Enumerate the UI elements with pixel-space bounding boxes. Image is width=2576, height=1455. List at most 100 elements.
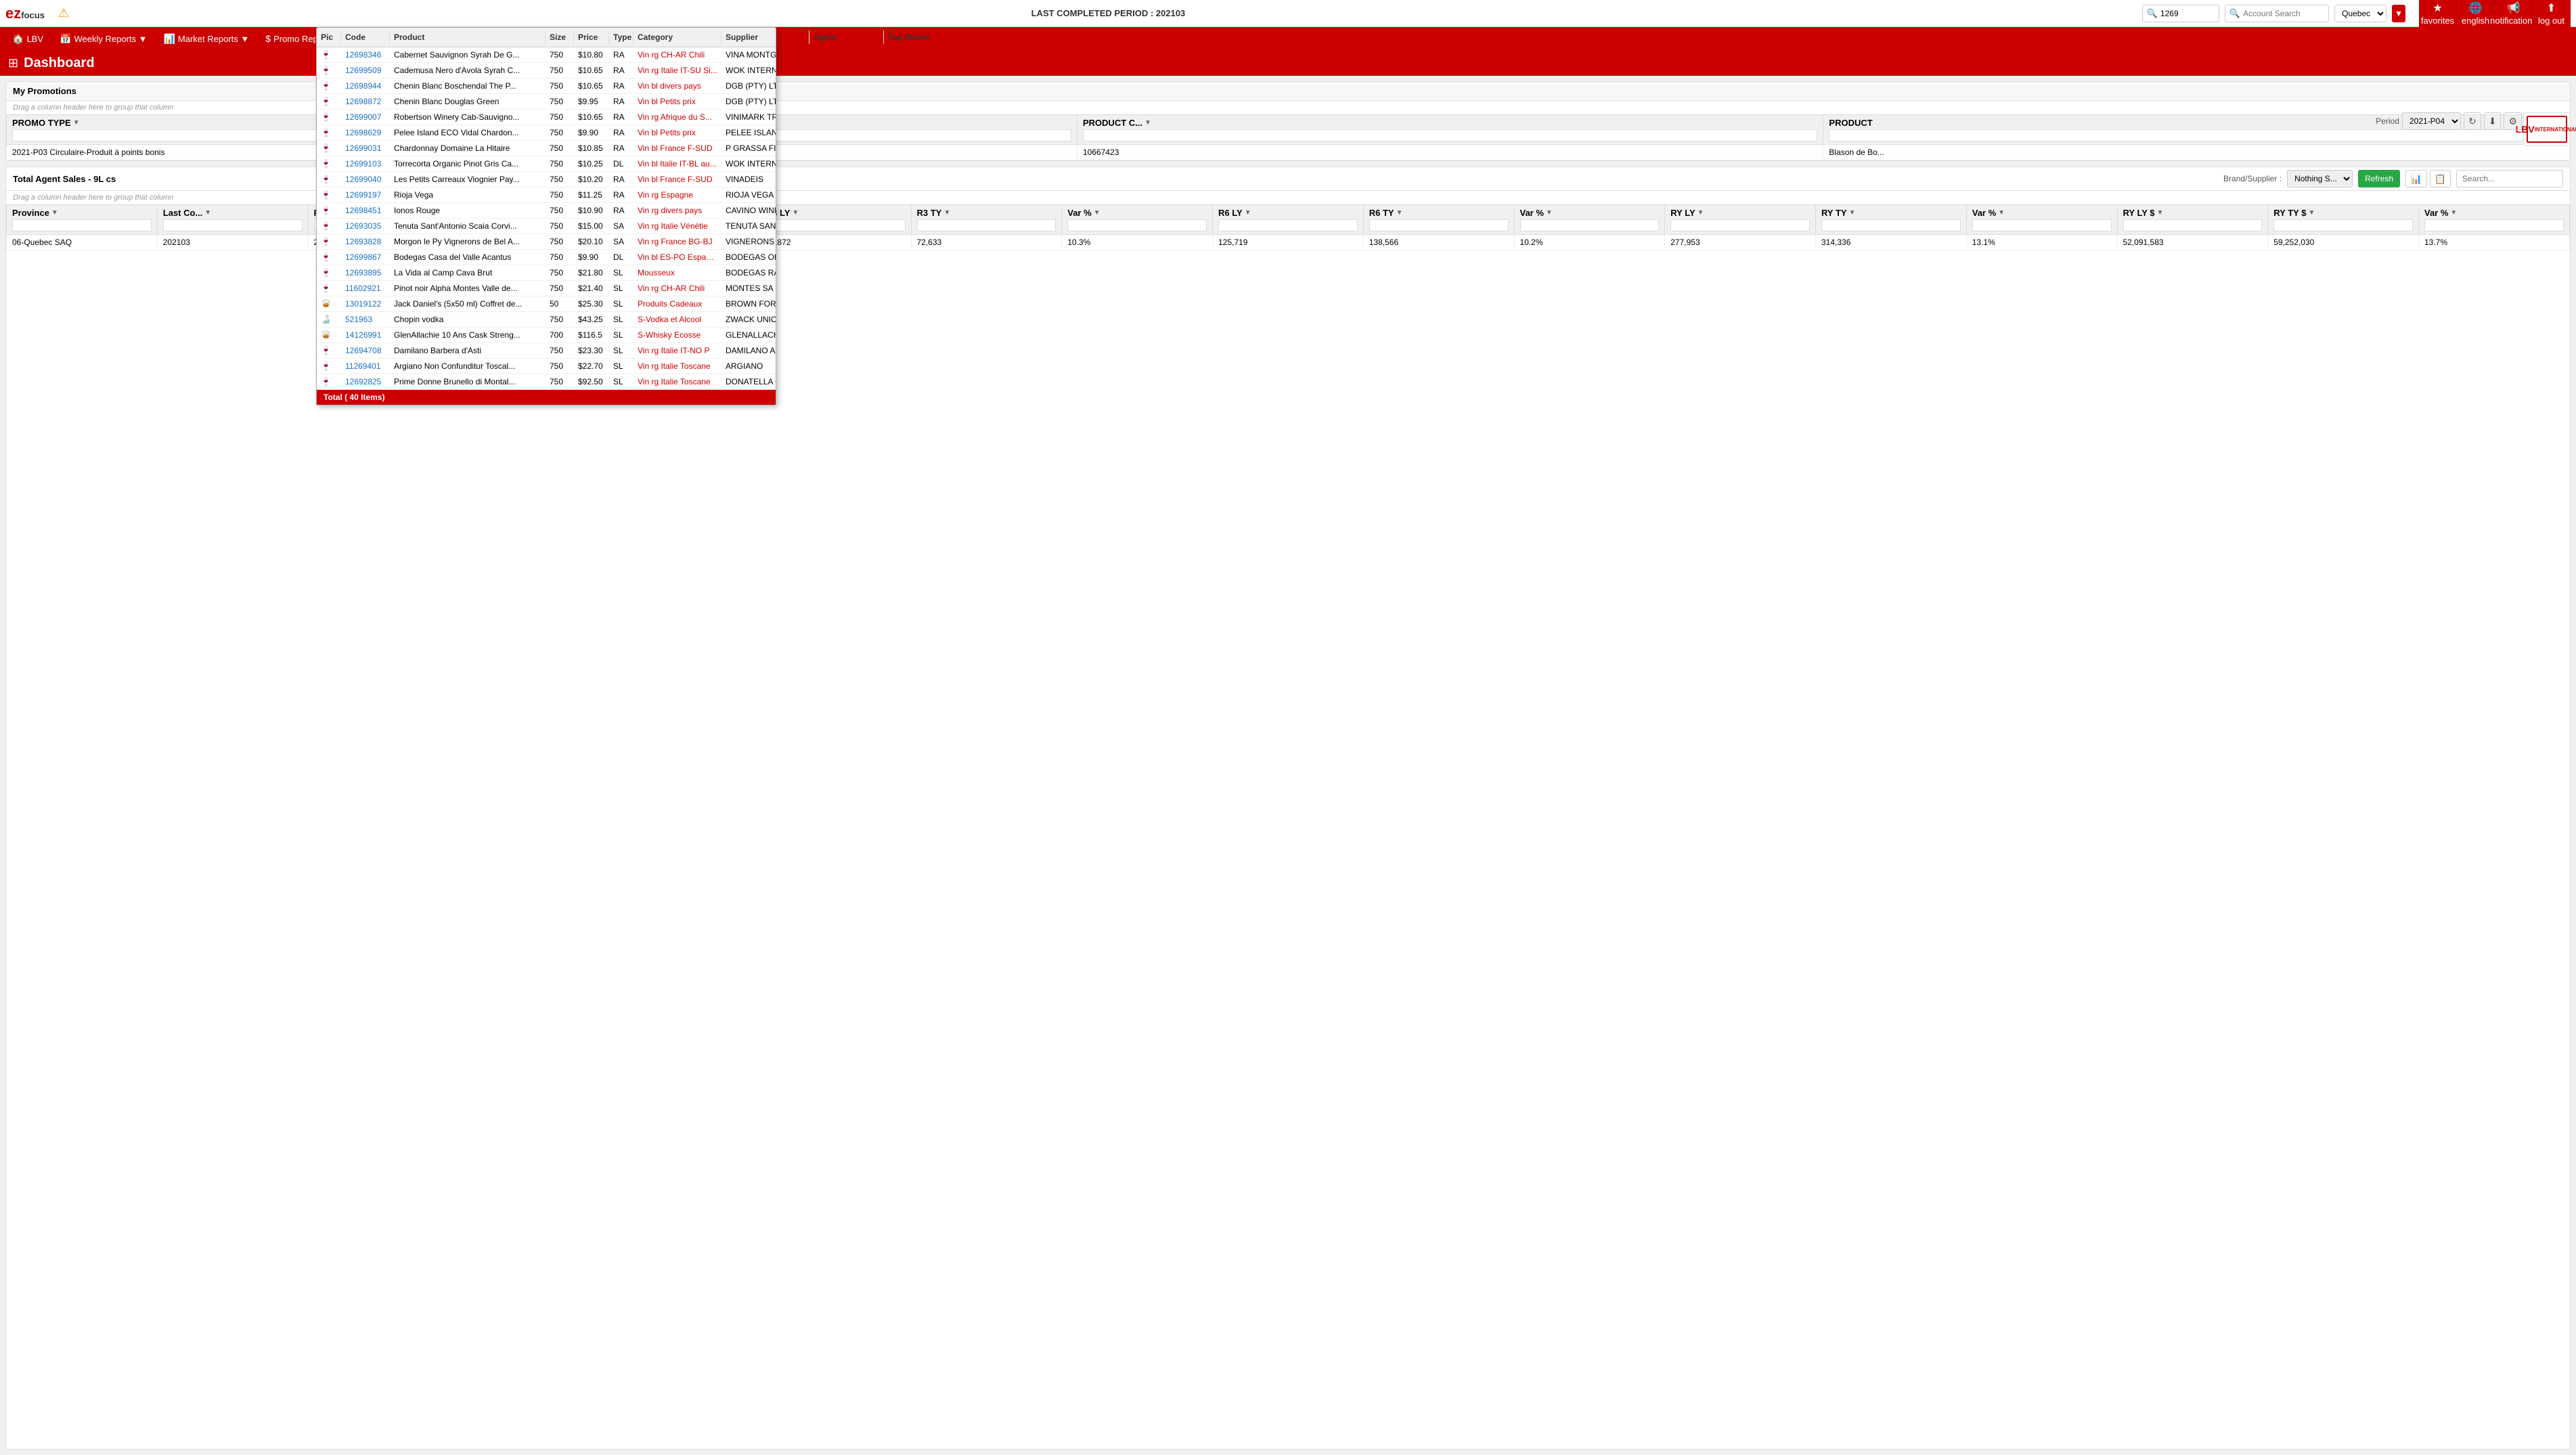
dd-category[interactable]: Vin bl Petits prix xyxy=(634,95,721,108)
dropdown-row[interactable]: 🍷 12699867 Bodegas Casa del Valle Acantu… xyxy=(317,250,776,265)
dropdown-row[interactable]: 🍷 12693895 La Vida al Camp Cava Brut 750… xyxy=(317,265,776,281)
var5-search[interactable] xyxy=(2424,219,2564,231)
dd-code[interactable]: 12698346 xyxy=(341,49,390,61)
dd-category[interactable]: Vin rg Italie Toscane xyxy=(634,360,721,372)
filter-var3[interactable]: ▼ xyxy=(1546,209,1553,217)
lastco-search[interactable] xyxy=(163,219,303,231)
period-settings-btn[interactable]: ⚙ xyxy=(2504,112,2522,130)
dd-category[interactable]: Mousseux xyxy=(634,267,721,279)
dd-code[interactable]: 12698629 xyxy=(341,127,390,139)
dd-code[interactable]: 12699197 xyxy=(341,189,390,201)
ryty-search[interactable] xyxy=(1821,219,1961,231)
filter-var5[interactable]: ▼ xyxy=(2450,209,2457,217)
dd-category[interactable]: Vin rg France BG-BJ xyxy=(634,236,721,248)
dd-category[interactable]: Vin bl divers pays xyxy=(634,80,721,92)
var4-search[interactable] xyxy=(1972,219,2112,231)
dd-category[interactable]: Vin rg Italie IT-NO P xyxy=(634,344,721,357)
product-dropdown[interactable]: Pic Code Product Size Price Type Categor… xyxy=(316,27,776,405)
dd-category[interactable]: Vin rg CH-AR Chili xyxy=(634,49,721,61)
dropdown-row[interactable]: 🍷 12699509 Cademusa Nero d'Avola Syrah C… xyxy=(317,63,776,79)
dd-category[interactable]: Vin rg Italie Toscane xyxy=(634,376,721,388)
dd-category[interactable]: Vin rg Espagne xyxy=(634,189,721,201)
brand-supplier-select[interactable]: Nothing S... xyxy=(2287,170,2353,187)
dropdown-row[interactable]: 🍷 12699031 Chardonnay Domaine La Hitaire… xyxy=(317,141,776,156)
dd-code[interactable]: 521963 xyxy=(341,313,390,326)
agent-search-input[interactable] xyxy=(2462,174,2557,183)
refresh-button[interactable]: Refresh xyxy=(2358,170,2400,187)
dropdown-row[interactable]: 🍷 12699040 Les Petits Carreaux Viognier … xyxy=(317,172,776,187)
dd-code[interactable]: 12693895 xyxy=(341,267,390,279)
filter-province[interactable]: ▼ xyxy=(51,209,58,217)
filter-rylys[interactable]: ▼ xyxy=(2156,209,2163,217)
product-search[interactable] xyxy=(1829,129,2564,141)
dropdown-row[interactable]: 🍷 11269401 Argiano Non Confunditur Tosca… xyxy=(317,359,776,374)
filter-lastco[interactable]: ▼ xyxy=(204,209,211,217)
nav-lbv[interactable]: 🏠 LBV xyxy=(5,30,50,47)
dropdown-row[interactable]: 🍷 12699197 Rioja Vega 750 $11.25 RA Vin … xyxy=(317,187,776,203)
dropdown-row[interactable]: 🍷 12698629 Pelee Island ECO Vidal Chardo… xyxy=(317,125,776,141)
dd-code[interactable]: 12693828 xyxy=(341,236,390,248)
dd-category[interactable]: Vin bl Italie IT-BL au... xyxy=(634,158,721,170)
dd-code[interactable]: 12693035 xyxy=(341,220,390,232)
var2-search[interactable] xyxy=(1067,219,1207,231)
nav-market[interactable]: 📊 Market Reports ▼ xyxy=(156,30,256,47)
period-refresh-btn[interactable]: ↻ xyxy=(2464,112,2481,130)
product-c-search[interactable] xyxy=(1083,129,1818,141)
dropdown-row[interactable]: 🥃 14126991 GlenAllachie 10 Ans Cask Stre… xyxy=(317,328,776,343)
dd-code[interactable]: 12699040 xyxy=(341,173,390,185)
nav-weekly[interactable]: 📅 Weekly Reports ▼ xyxy=(53,30,154,47)
dropdown-row[interactable]: 🍷 12693035 Tenuta Sant'Antonio Scaia Cor… xyxy=(317,219,776,234)
account-search-input[interactable] xyxy=(2243,9,2324,18)
dd-code[interactable]: 12698872 xyxy=(341,95,390,108)
dd-category[interactable]: Vin bl ES-PO Espagn... xyxy=(634,251,721,263)
dd-code[interactable]: 12699031 xyxy=(341,142,390,154)
english-btn[interactable]: 🌐 english xyxy=(2457,0,2495,27)
filter-var2[interactable]: ▼ xyxy=(1094,209,1101,217)
rylys-search[interactable] xyxy=(2123,219,2263,231)
dd-category[interactable]: Vin bl France F-SUD xyxy=(634,142,721,154)
r6ly-search[interactable] xyxy=(1218,219,1358,231)
dd-code[interactable]: 12698944 xyxy=(341,80,390,92)
dd-code[interactable]: 11602921 xyxy=(341,282,390,294)
dd-code[interactable]: 12699867 xyxy=(341,251,390,263)
dd-category[interactable]: Vin rg Italie Vénétie xyxy=(634,220,721,232)
r3ly-search[interactable] xyxy=(766,219,906,231)
filter-rytys[interactable]: ▼ xyxy=(2308,209,2315,217)
rytys-search[interactable] xyxy=(2273,219,2413,231)
dd-code[interactable]: 12699103 xyxy=(341,158,390,170)
dd-category[interactable]: Vin bl France F-SUD xyxy=(634,173,721,185)
dd-code[interactable]: 12698451 xyxy=(341,204,390,217)
dd-category[interactable]: Vin rg divers pays xyxy=(634,204,721,217)
dd-code[interactable]: 14126991 xyxy=(341,329,390,341)
filter-icon2[interactable]: ▼ xyxy=(1145,119,1151,127)
filter-r6ty[interactable]: ▼ xyxy=(1396,209,1403,217)
dropdown-row[interactable]: 🍷 12693828 Morgon le Py Vignerons de Bel… xyxy=(317,234,776,250)
dd-category[interactable]: Vin bl Petits prix xyxy=(634,127,721,139)
copy-btn[interactable]: 📋 xyxy=(2430,170,2451,187)
r6ty-search[interactable] xyxy=(1369,219,1509,231)
dropdown-row[interactable]: 🍷 11602921 Pinot noir Alpha Montes Valle… xyxy=(317,281,776,296)
dropdown-body[interactable]: 🍷 12698346 Cabernet Sauvignon Syrah De G… xyxy=(317,47,776,390)
dd-category[interactable]: S-Whisky Ecosse xyxy=(634,329,721,341)
ryly-search[interactable] xyxy=(1670,219,1810,231)
dropdown-row[interactable]: 🍷 12698944 Chenin Blanc Boschendal The P… xyxy=(317,79,776,94)
dd-category[interactable]: S-Vodka et Alcool xyxy=(634,313,721,326)
dropdown-row[interactable]: 🍷 12692825 Prime Donne Brunello di Monta… xyxy=(317,374,776,390)
dropdown-row[interactable]: 🍷 12699007 Robertson Winery Cab-Sauvigno… xyxy=(317,110,776,125)
filter-icon[interactable]: ▼ xyxy=(73,119,80,127)
province-dropdown-btn[interactable]: ▼ xyxy=(2392,5,2405,22)
dropdown-row[interactable]: 🍷 12694708 Damilano Barbera d'Asti 750 $… xyxy=(317,343,776,359)
dropdown-row[interactable]: 🍷 12699103 Torrecorta Organic Pinot Gris… xyxy=(317,156,776,172)
filter-r6ly[interactable]: ▼ xyxy=(1245,209,1251,217)
r3ty-search[interactable] xyxy=(917,219,1057,231)
dropdown-row[interactable]: 🍶 521963 Chopin vodka 750 $43.25 SL S-Vo… xyxy=(317,312,776,328)
dd-code[interactable]: 12699509 xyxy=(341,64,390,76)
dd-code[interactable]: 12699007 xyxy=(341,111,390,123)
dd-code[interactable]: 13019122 xyxy=(341,298,390,310)
dd-category[interactable]: Produits Cadeaux xyxy=(634,298,721,310)
logout-btn[interactable]: ⬆ log out xyxy=(2533,0,2571,27)
dropdown-row[interactable]: 🍷 12698451 Ionos Rouge 750 $10.90 RA Vin… xyxy=(317,203,776,219)
product-search-input[interactable] xyxy=(2160,9,2215,18)
filter-r3ty[interactable]: ▼ xyxy=(943,209,950,217)
export-excel-btn[interactable]: 📊 xyxy=(2405,170,2426,187)
